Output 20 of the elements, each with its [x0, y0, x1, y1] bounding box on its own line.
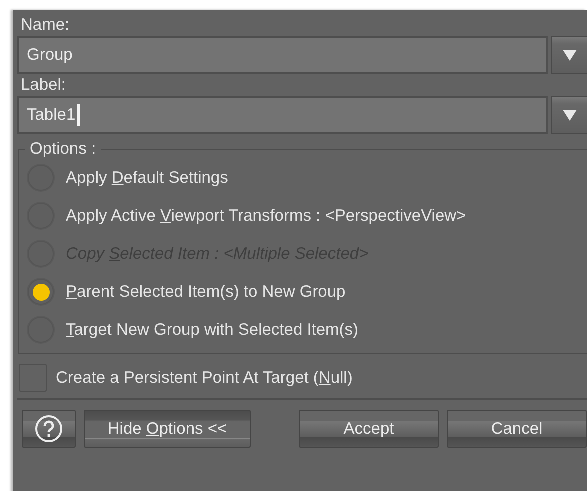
- caret-icon: [562, 110, 576, 120]
- option-label: Create a Persistent Point At Target (Null): [56, 368, 353, 388]
- option-label: Target New Group with Selected Item(s): [66, 320, 359, 340]
- help-button[interactable]: [22, 410, 76, 448]
- dialog-button[interactable]: Cancel: [447, 410, 587, 448]
- group-title: Options :: [29, 140, 98, 159]
- dropdown-button[interactable]: [551, 96, 587, 134]
- input-field[interactable]: Group: [17, 36, 548, 74]
- option-label: Apply Active Viewport Transforms : <PerspectiveView>: [66, 206, 466, 226]
- caret-icon: [562, 50, 576, 60]
- hide-options-button[interactable]: Hide Options <<: [84, 410, 251, 448]
- field-label: Label:: [20, 75, 67, 96]
- field-label: Name:: [20, 15, 71, 36]
- dropdown-button[interactable]: [551, 36, 587, 74]
- input-field[interactable]: Table1: [17, 96, 548, 134]
- option-label: Parent Selected Item(s) to New Group: [66, 282, 346, 302]
- help-icon: [35, 415, 63, 443]
- radio-button[interactable]: [28, 279, 54, 305]
- option-label: Apply Default Settings: [66, 168, 228, 188]
- dialog-button[interactable]: Accept: [299, 410, 439, 448]
